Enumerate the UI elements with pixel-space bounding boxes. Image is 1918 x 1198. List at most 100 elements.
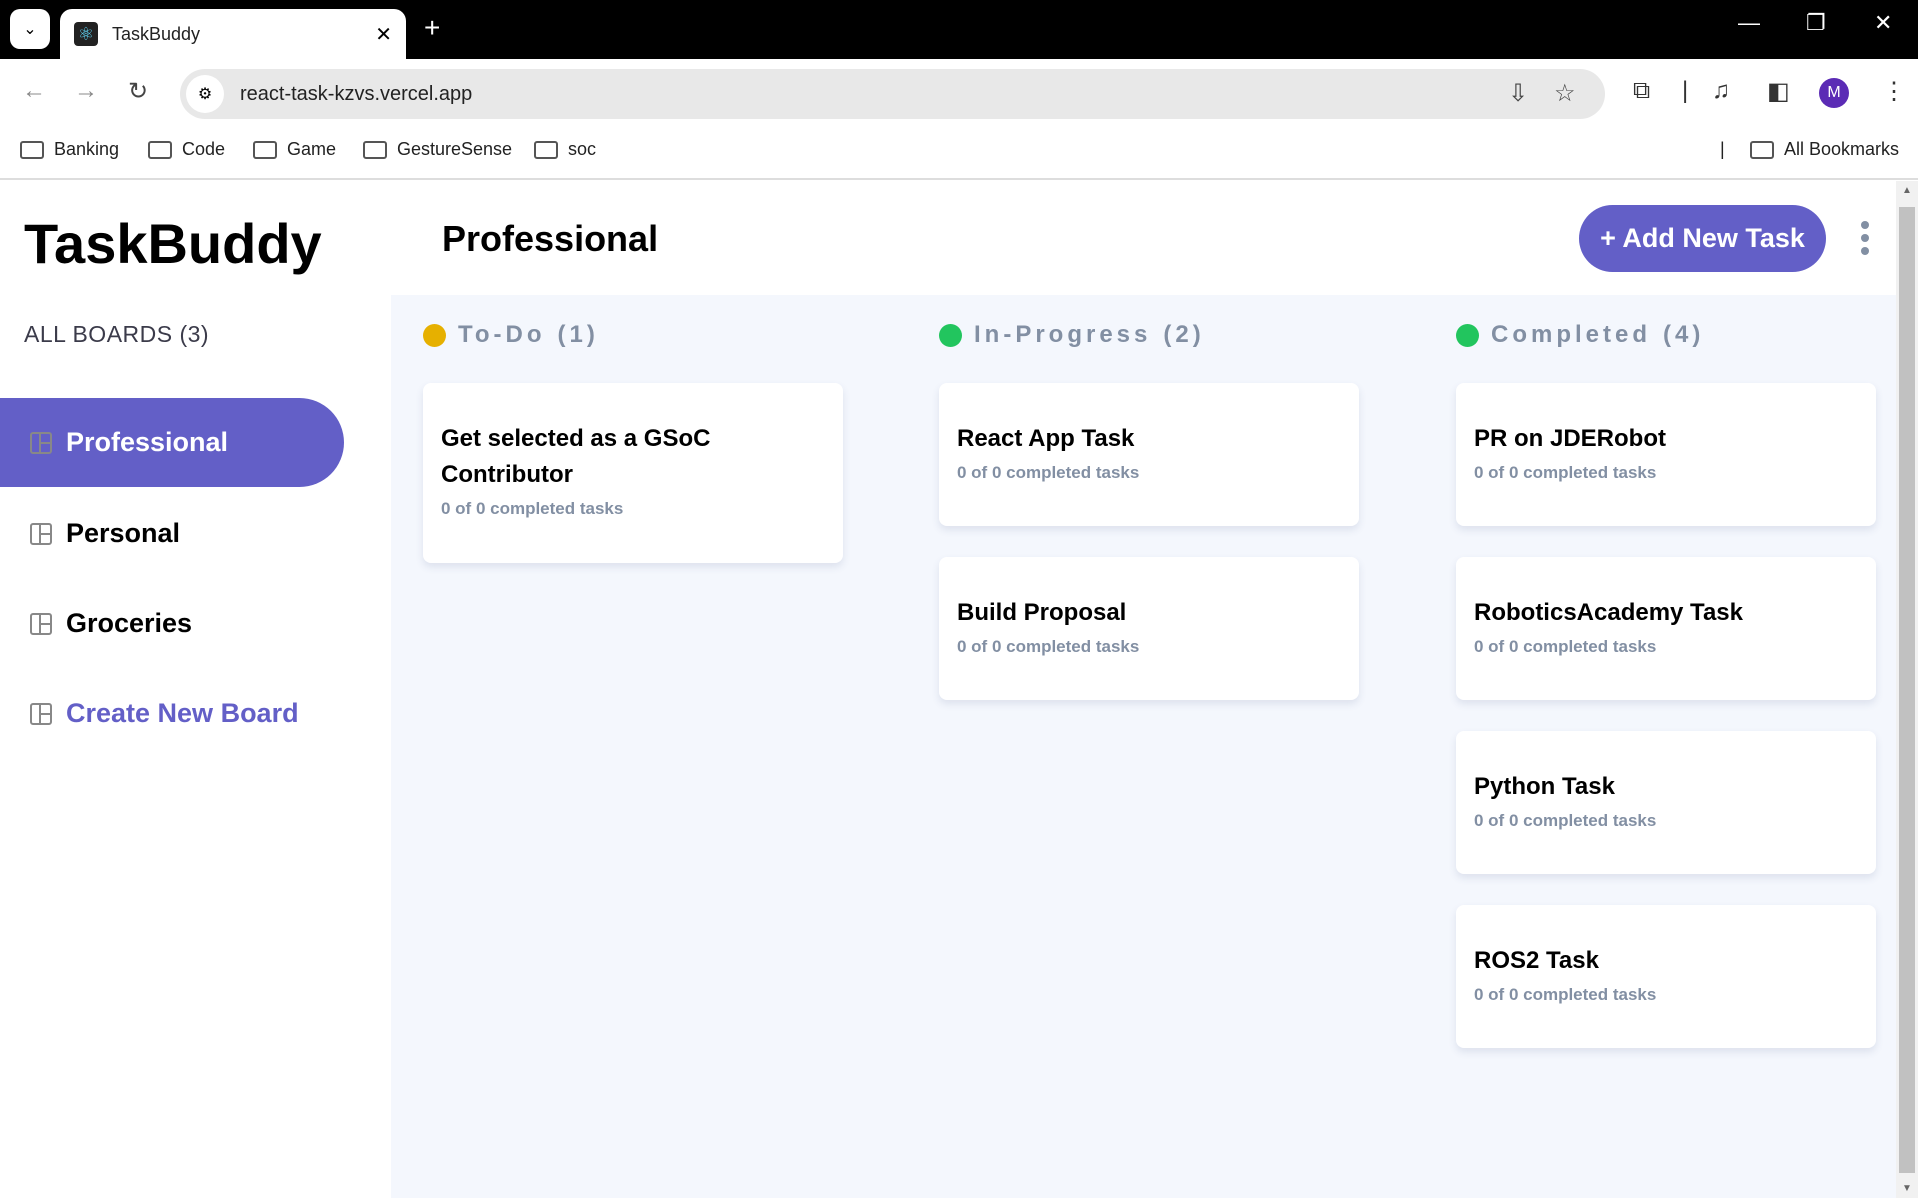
column-count: (1): [557, 321, 599, 348]
status-dot-icon: [423, 323, 446, 347]
address-bar[interactable]: ⚙ react-task-kzvs.vercel.app ⇩ ☆: [180, 69, 1605, 119]
site-settings-icon[interactable]: ⚙: [186, 75, 224, 113]
bookmark-label: Code: [182, 139, 226, 159]
scroll-down-icon[interactable]: ▼: [1902, 1183, 1912, 1194]
sidebar-item-groceries[interactable]: Groceries: [0, 579, 344, 668]
bookmark-star-icon[interactable]: ☆: [1554, 79, 1576, 108]
bookmark-game[interactable]: Game: [253, 139, 336, 160]
board-icon: [30, 522, 52, 545]
sidebar-item-personal[interactable]: Personal: [0, 489, 344, 578]
task-card[interactable]: RoboticsAcademy Task 0 of 0 completed tas…: [1456, 557, 1876, 700]
app-logo: TaskBuddy: [24, 212, 322, 275]
more-options-icon[interactable]: [1859, 221, 1871, 255]
sidebar-item-label: Groceries: [66, 608, 193, 638]
subtask-count: 0 of 0 completed tasks: [441, 499, 624, 518]
bookmark-banking[interactable]: Banking: [20, 139, 119, 160]
divider: |: [1682, 77, 1689, 104]
sidebar-item-label: Professional: [66, 427, 229, 457]
subtask-count: 0 of 0 completed tasks: [1474, 463, 1657, 482]
column-header: To-Do (1): [423, 321, 599, 349]
bookmark-label: soc: [568, 139, 597, 159]
sidebar-item-professional[interactable]: Professional: [0, 398, 344, 487]
board-columns: To-Do (1) Get selected as a GSoC Contribut…: [391, 295, 1896, 1198]
column-count: (4): [1663, 321, 1705, 348]
task-title: RoboticsAcademy Task: [1474, 599, 1743, 626]
all-bookmarks[interactable]: All Bookmarks: [1750, 139, 1899, 160]
task-card[interactable]: React App Task 0 of 0 completed tasks: [939, 383, 1359, 526]
browser-tab[interactable]: ⚛ TaskBuddy ✕: [60, 9, 406, 59]
tab-title: TaskBuddy: [112, 23, 201, 44]
task-title: Get selected as a GSoC Contributor: [441, 425, 711, 488]
avatar[interactable]: M: [1819, 78, 1849, 108]
subtask-count: 0 of 0 completed tasks: [957, 463, 1140, 482]
task-card[interactable]: Get selected as a GSoC Contributor 0 of 0…: [423, 383, 843, 563]
board-header: Professional + Add New Task: [391, 181, 1896, 295]
column-header: Completed (4): [1456, 321, 1704, 349]
task-title: PR on JDERobot: [1474, 425, 1666, 452]
task-title: Python Task: [1474, 773, 1615, 800]
new-tab-button[interactable]: +: [424, 12, 440, 44]
folder-icon: [363, 140, 387, 159]
react-favicon-icon: ⚛: [74, 22, 98, 46]
close-window-icon[interactable]: ✕: [1874, 10, 1892, 36]
subtask-count: 0 of 0 completed tasks: [1474, 985, 1657, 1004]
install-app-icon[interactable]: ⇩: [1508, 79, 1528, 108]
column-label: To-Do: [458, 321, 546, 348]
close-tab-icon[interactable]: ✕: [375, 22, 392, 47]
folder-icon: [1750, 140, 1774, 159]
address-toolbar: ← → ↻ ⚙ react-task-kzvs.vercel.app ⇩ ☆ ⧉…: [0, 59, 1918, 122]
scrollbar[interactable]: ▲ ▼: [1896, 181, 1918, 1198]
folder-icon: [534, 140, 558, 159]
media-icon[interactable]: ♫: [1712, 77, 1730, 105]
board-icon: [30, 612, 52, 635]
task-card[interactable]: ROS2 Task 0 of 0 completed tasks: [1456, 905, 1876, 1048]
minimize-icon[interactable]: —: [1738, 10, 1760, 36]
forward-icon[interactable]: →: [74, 77, 98, 105]
column-count: (2): [1163, 321, 1205, 348]
chevron-down-icon: ⌄: [23, 21, 37, 38]
task-title: React App Task: [957, 425, 1135, 452]
subtask-count: 0 of 0 completed tasks: [1474, 637, 1657, 656]
folder-icon: [148, 140, 172, 159]
status-dot-icon: [939, 323, 962, 347]
task-card[interactable]: Build Proposal 0 of 0 completed tasks: [939, 557, 1359, 700]
bookmark-label: Game: [287, 139, 337, 159]
folder-icon: [253, 140, 277, 159]
sidebar-item-label: Create New Board: [66, 698, 299, 728]
scroll-up-icon[interactable]: ▲: [1902, 185, 1912, 196]
extensions-icon[interactable]: ⧉: [1633, 77, 1650, 105]
bookmark-label: All Bookmarks: [1784, 139, 1900, 159]
create-new-board-button[interactable]: Create New Board: [0, 669, 344, 758]
bookmark-soc[interactable]: soc: [534, 139, 596, 160]
sidebar: TaskBuddy ALL BOARDS (3) Professional Pe…: [0, 181, 391, 1198]
all-boards-heading: ALL BOARDS (3): [24, 321, 210, 347]
status-dot-icon: [1456, 323, 1479, 347]
task-title: ROS2 Task: [1474, 947, 1599, 974]
url-text[interactable]: react-task-kzvs.vercel.app: [240, 83, 472, 106]
add-new-task-button[interactable]: + Add New Task: [1579, 205, 1826, 272]
task-card[interactable]: PR on JDERobot 0 of 0 completed tasks: [1456, 383, 1876, 526]
tab-bar: ⌄ ⚛ TaskBuddy ✕ + — ❐ ✕: [0, 0, 1918, 59]
tab-search-button[interactable]: ⌄: [10, 9, 50, 49]
subtask-count: 0 of 0 completed tasks: [1474, 811, 1657, 830]
board-icon: [30, 431, 52, 454]
side-panel-icon[interactable]: ◧: [1767, 77, 1790, 106]
sidebar-item-label: Personal: [66, 518, 181, 548]
divider: |: [1720, 139, 1725, 159]
subtask-count: 0 of 0 completed tasks: [957, 637, 1140, 656]
column-header: In-Progress (2): [939, 321, 1205, 349]
scrollbar-thumb[interactable]: [1899, 207, 1915, 1173]
reload-icon[interactable]: ↻: [128, 77, 148, 106]
bookmarks-bar: Banking Code Game GestureSense soc | All…: [0, 122, 1918, 180]
restore-icon[interactable]: ❐: [1806, 10, 1826, 36]
column-label: In-Progress: [974, 321, 1152, 348]
bookmark-label: Banking: [54, 139, 120, 159]
bookmark-gesturesense[interactable]: GestureSense: [363, 139, 512, 160]
task-card[interactable]: Python Task 0 of 0 completed tasks: [1456, 731, 1876, 874]
board-icon: [30, 702, 52, 725]
bookmark-code[interactable]: Code: [148, 139, 225, 160]
menu-icon[interactable]: ⋮: [1882, 77, 1906, 106]
task-title: Build Proposal: [957, 599, 1127, 626]
back-icon[interactable]: ←: [22, 77, 46, 105]
bookmark-label: GestureSense: [397, 139, 513, 159]
